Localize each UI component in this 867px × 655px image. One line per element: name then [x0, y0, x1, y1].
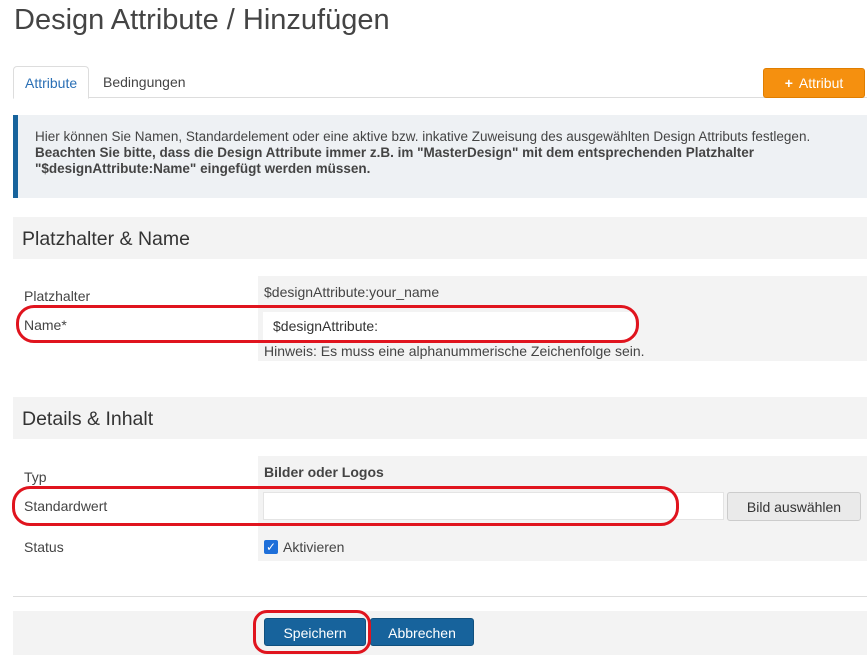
activate-checkbox[interactable]: ✓	[264, 540, 278, 554]
tab-bar: Attribute Bedingungen	[13, 66, 867, 99]
tab-attribute[interactable]: Attribute	[13, 66, 90, 99]
pick-image-button[interactable]: Bild auswählen	[727, 492, 861, 521]
type-label: Typ	[24, 469, 47, 485]
placeholder-label: Platzhalter	[24, 288, 91, 304]
cancel-button[interactable]: Abbrechen	[370, 618, 474, 646]
add-attribute-button[interactable]: + Attribut	[763, 68, 865, 98]
section-placeholder-name-heading: Platzhalter & Name	[13, 217, 867, 259]
plus-icon: +	[784, 75, 793, 91]
info-text: Hier können Sie Namen, Standardelement o…	[35, 129, 811, 144]
page-title: Design Attribute / Hinzufügen	[14, 4, 390, 36]
activate-label: Aktivieren	[283, 539, 345, 555]
add-attribute-label: Attribut	[798, 75, 844, 91]
info-box: Hier können Sie Namen, Standardelement o…	[13, 115, 867, 198]
annotation-ring-default-value	[12, 486, 679, 526]
info-bold-text: Beachten Sie bitte, dass die Design Attr…	[35, 145, 754, 176]
divider	[13, 596, 867, 597]
type-value: Bilder oder Logos	[264, 464, 384, 480]
name-hint: Hinweis: Es muss eine alphanummerische Z…	[264, 343, 645, 359]
annotation-ring-name	[16, 305, 639, 343]
tab-conditions[interactable]: Bedingungen	[92, 66, 197, 96]
placeholder-value: $designAttribute:your_name	[264, 284, 440, 300]
annotation-ring-save	[253, 610, 371, 654]
status-label: Status	[24, 539, 64, 555]
section-details-heading: Details & Inhalt	[13, 397, 867, 439]
